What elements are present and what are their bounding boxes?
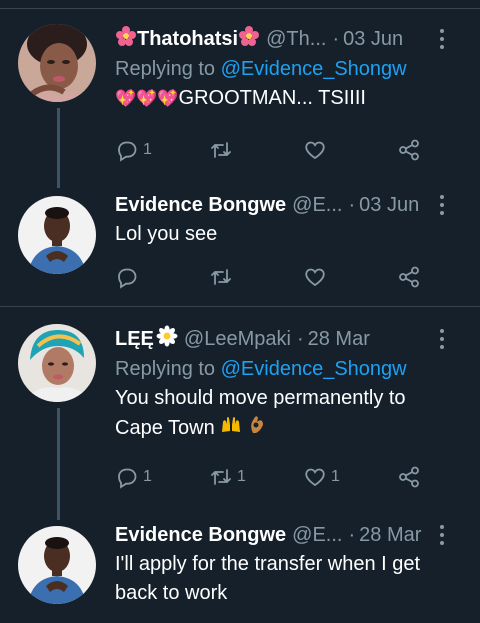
user-handle[interactable]: @Th... xyxy=(266,28,326,51)
avatar[interactable] xyxy=(18,196,96,274)
reply-icon xyxy=(118,268,137,289)
avatar-photo xyxy=(18,526,96,604)
replying-to: Replying to @Evidence_Shongw xyxy=(115,354,466,384)
raised-hands-emoji-icon xyxy=(220,414,242,443)
avatar-photo xyxy=(18,24,96,102)
retweet-button[interactable] xyxy=(209,265,259,289)
reply-button[interactable] xyxy=(115,265,165,289)
tweet-text-line-wrap: Cape Town xyxy=(115,413,466,444)
reply-count: 1 xyxy=(143,141,152,158)
reply-button[interactable]: 1 xyxy=(115,138,165,162)
like-icon xyxy=(305,268,325,287)
tweet-text-content: GROOTMAN... TSIIII xyxy=(178,87,366,109)
more-icon[interactable] xyxy=(430,324,454,354)
avatar[interactable] xyxy=(18,324,96,402)
emoji-flower-icon xyxy=(115,25,137,53)
share-button[interactable] xyxy=(397,138,425,162)
tweet-text-line: You should move permanently to xyxy=(115,387,406,409)
share-icon xyxy=(399,466,419,488)
display-name[interactable]: Evidence Bongwe xyxy=(115,194,286,217)
share-icon xyxy=(399,139,419,161)
display-name[interactable]: Thatohatsi xyxy=(137,28,238,51)
share-button[interactable] xyxy=(397,265,425,289)
share-button[interactable] xyxy=(397,465,425,489)
replying-prefix: Replying to xyxy=(115,58,216,80)
share-icon xyxy=(399,266,419,288)
tweet-text-line: Cape Town xyxy=(115,416,215,439)
display-name[interactable]: Evidence Bongwe xyxy=(115,524,286,547)
tweet-date[interactable]: 28 Mar xyxy=(308,328,370,351)
reply-icon xyxy=(118,468,137,489)
like-icon xyxy=(305,468,325,487)
tweet-date[interactable]: 03 Jun xyxy=(343,28,403,51)
tweet-actions: 1 xyxy=(115,137,425,163)
separator-dot: · xyxy=(332,27,340,50)
separator-dot: · xyxy=(348,193,356,216)
emoji-blossom-icon xyxy=(156,325,178,353)
more-icon[interactable] xyxy=(430,24,454,54)
like-icon xyxy=(305,141,325,160)
ok-hand-emoji-icon xyxy=(248,413,268,444)
tweet-actions xyxy=(115,264,425,290)
reply-button[interactable]: 1 xyxy=(115,465,165,489)
retweet-icon xyxy=(211,142,231,158)
retweet-count: 1 xyxy=(237,468,246,485)
emoji-flower-icon xyxy=(238,25,260,53)
avatar[interactable] xyxy=(18,526,96,604)
retweet-button[interactable]: 1 xyxy=(209,465,259,489)
more-icon[interactable] xyxy=(430,520,454,550)
avatar-photo xyxy=(18,324,96,402)
tweet-divider xyxy=(0,306,480,307)
like-button[interactable]: 1 xyxy=(303,465,353,489)
more-icon[interactable] xyxy=(430,190,454,220)
tweet-text-line: I'll apply for the transfer when I get xyxy=(115,553,421,575)
user-handle[interactable]: @LeeMpaki xyxy=(184,328,291,351)
tweet-text: Lol you see xyxy=(115,223,218,245)
reply-icon xyxy=(118,141,137,162)
avatar[interactable] xyxy=(18,24,96,102)
replying-to: Replying to @Evidence_Shongw xyxy=(115,54,466,84)
reply-count: 1 xyxy=(143,468,152,485)
tweet-date[interactable]: 03 Jun xyxy=(359,194,419,217)
user-handle[interactable]: @E... xyxy=(292,194,342,217)
retweet-icon xyxy=(211,469,231,485)
separator-dot: · xyxy=(296,327,304,350)
tweet-text: I'll apply for the transfer when I get b… xyxy=(115,550,466,608)
replying-prefix: Replying to xyxy=(115,358,216,380)
tweet[interactable]: Evidence Bongwe @E... · 28 Mar I'll appl… xyxy=(0,520,480,623)
tweet-text-line: back to work xyxy=(115,582,228,604)
like-button[interactable] xyxy=(303,138,353,162)
avatar-photo xyxy=(18,196,96,274)
retweet-icon xyxy=(211,269,231,285)
like-count: 1 xyxy=(331,468,340,485)
display-name[interactable]: LĘĘ xyxy=(115,328,154,351)
tweet-actions: 1 1 1 xyxy=(115,464,425,490)
mention-link[interactable]: @Evidence_Shongw xyxy=(221,58,407,80)
sparkling-heart-emoji: 💖💖💖 xyxy=(115,89,179,108)
like-button[interactable] xyxy=(303,265,353,289)
user-handle[interactable]: @E... xyxy=(292,524,342,547)
top-divider xyxy=(0,8,480,9)
mention-link[interactable]: @Evidence_Shongw xyxy=(221,358,407,380)
tweet-text: You should move permanently to Cape Town xyxy=(115,384,466,444)
tweet-text: 💖💖💖GROOTMAN... TSIIII xyxy=(115,84,466,113)
tweet-date[interactable]: 28 Mar xyxy=(359,524,421,547)
retweet-button[interactable] xyxy=(209,138,259,162)
separator-dot: · xyxy=(348,523,356,546)
